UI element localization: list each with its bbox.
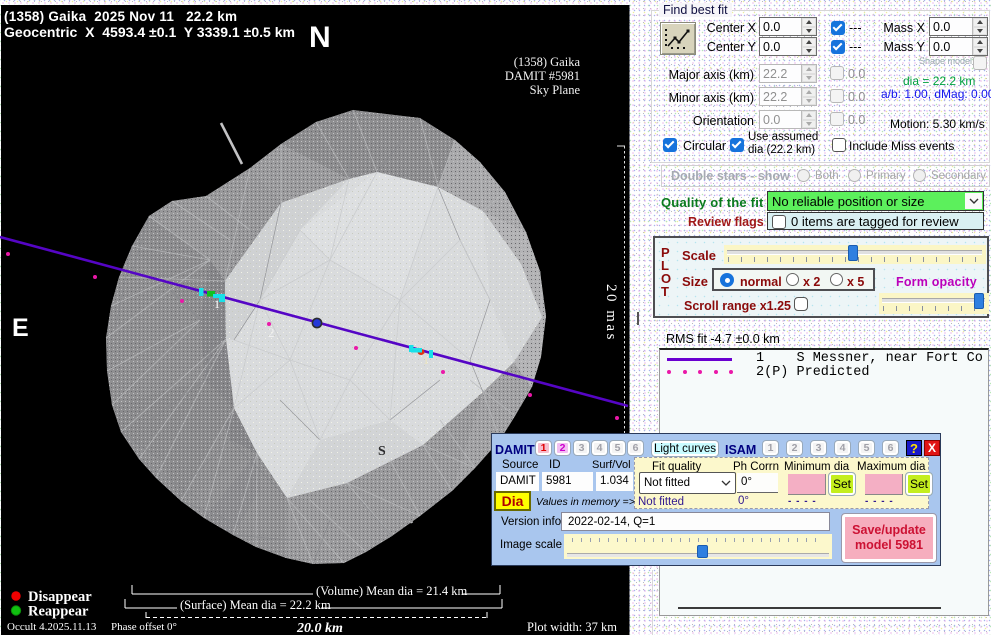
svg-text:Plot width: 37 km: Plot width: 37 km xyxy=(527,620,617,634)
svg-text:Sky Plane: Sky Plane xyxy=(530,83,581,97)
svg-text:DAMIT #5981: DAMIT #5981 xyxy=(505,69,580,83)
svg-text:N: N xyxy=(309,21,331,54)
svg-text:Occult 4.2025.11.13: Occult 4.2025.11.13 xyxy=(7,621,97,633)
svg-text:20 mas: 20 mas xyxy=(603,284,619,342)
svg-text:1: 1 xyxy=(214,297,220,311)
svg-text:Geocentric X 4593.4 ±0.1 Y: Geocentric X 4593.4 ±0.1 Y 3339.1 ±0.5 k… xyxy=(4,25,295,40)
svg-text:E: E xyxy=(12,314,29,342)
svg-text:(Surface) Mean dia = 22.2 km: (Surface) Mean dia = 22.2 km xyxy=(180,598,331,612)
svg-text:(1358) Gaika 2025 Nov 11 22: (1358) Gaika 2025 Nov 11 22.2 km xyxy=(4,9,237,24)
svg-text:S: S xyxy=(378,444,386,459)
svg-text:Reappear: Reappear xyxy=(28,604,89,620)
svg-text:Phase offset 0°: Phase offset 0° xyxy=(111,621,177,633)
svg-text:20.0 km: 20.0 km xyxy=(296,621,343,635)
svg-text:2: 2 xyxy=(268,325,275,340)
svg-text:(Volume) Mean dia = 21.4 km: (Volume) Mean dia = 21.4 km xyxy=(316,584,468,598)
svg-text:1: 1 xyxy=(423,353,429,367)
svg-text:(1358) Gaika: (1358) Gaika xyxy=(514,55,581,69)
